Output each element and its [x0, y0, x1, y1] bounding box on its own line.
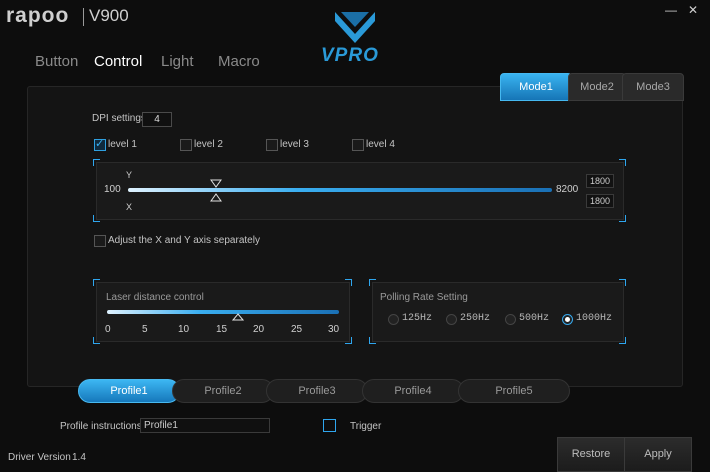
polling-250-label: 250Hz — [460, 313, 491, 324]
level-2-label: level 2 — [194, 139, 223, 150]
level-4-label: level 4 — [366, 139, 395, 150]
profile-instructions-field[interactable]: Profile1 — [140, 418, 270, 433]
dpi-y-value-field[interactable]: 1800 — [586, 174, 614, 188]
laser-tick-label: 0 — [105, 324, 111, 335]
dpi-level-count-field[interactable]: 4 — [142, 112, 172, 127]
level-3-label: level 3 — [280, 139, 309, 150]
corner-decoration — [345, 337, 352, 344]
laser-tick-label: 5 — [142, 324, 148, 335]
corner-decoration — [619, 215, 626, 222]
corner-decoration — [345, 279, 352, 286]
model-name: V900 — [89, 6, 129, 25]
tab-profile5[interactable]: Profile5 — [458, 379, 570, 403]
trigger-checkbox[interactable] — [323, 419, 336, 432]
brand-logo: rapoo — [6, 4, 70, 27]
close-button[interactable]: ✕ — [686, 3, 700, 17]
dpi-x-value-field[interactable]: 1800 — [586, 194, 614, 208]
corner-decoration — [93, 337, 100, 344]
separate-axis-checkbox[interactable] — [94, 235, 106, 247]
laser-tick-label: 30 — [328, 324, 340, 335]
tab-profile1[interactable]: Profile1 — [78, 379, 180, 403]
polling-1000-label: 1000Hz — [576, 313, 613, 324]
laser-tick-label: 25 — [291, 324, 303, 335]
level-3-checkbox[interactable] — [266, 139, 278, 151]
polling-250-radio[interactable] — [446, 314, 457, 325]
y-axis-label: Y — [126, 170, 133, 180]
level-4-checkbox[interactable] — [352, 139, 364, 151]
polling-125-label: 125Hz — [402, 313, 433, 324]
corner-decoration — [369, 279, 376, 286]
polling-500-radio[interactable] — [505, 314, 516, 325]
dpi-y-slider-handle[interactable] — [210, 179, 222, 188]
apply-button[interactable]: Apply — [624, 437, 692, 472]
brand-divider — [83, 8, 84, 26]
laser-tick-label: 10 — [178, 324, 190, 335]
vpro-chevron-icon — [335, 12, 375, 43]
laser-distance-title: Laser distance control — [106, 292, 204, 303]
tab-mode3[interactable]: Mode3 — [622, 73, 684, 101]
laser-tick-label: 20 — [253, 324, 265, 335]
corner-decoration — [93, 279, 100, 286]
tab-mode2[interactable]: Mode2 — [568, 73, 626, 101]
laser-tick-label: 15 — [216, 324, 228, 335]
restore-button[interactable]: Restore — [557, 437, 625, 472]
level-2-checkbox[interactable] — [180, 139, 192, 151]
tab-profile3[interactable]: Profile3 — [266, 379, 368, 403]
tab-profile4[interactable]: Profile4 — [362, 379, 464, 403]
tab-macro[interactable]: Macro — [218, 53, 260, 70]
tab-profile2[interactable]: Profile2 — [172, 379, 274, 403]
trigger-label: Trigger — [350, 421, 382, 432]
tab-light[interactable]: Light — [161, 53, 194, 70]
dpi-x-slider-handle[interactable] — [210, 193, 222, 202]
dpi-slider-track[interactable] — [128, 188, 552, 192]
polling-125-radio[interactable] — [388, 314, 399, 325]
driver-version-label: Driver Version — [8, 452, 71, 463]
dpi-max-label: 8200 — [556, 184, 579, 195]
separate-axis-label: Adjust the X and Y axis separately — [108, 235, 260, 246]
polling-500-label: 500Hz — [519, 313, 550, 324]
corner-decoration — [619, 337, 626, 344]
level-1-label: level 1 — [108, 139, 137, 150]
minimize-button[interactable]: — — [664, 3, 678, 17]
profile-instructions-label: Profile instructions — [60, 421, 142, 432]
corner-decoration — [619, 159, 626, 166]
corner-decoration — [93, 215, 100, 222]
corner-decoration — [619, 279, 626, 286]
level-1-checkbox[interactable] — [94, 137, 106, 151]
x-axis-label: X — [126, 202, 133, 212]
tab-control[interactable]: Control — [94, 53, 142, 70]
tab-button[interactable]: Button — [35, 53, 78, 70]
tab-mode1[interactable]: Mode1 — [500, 73, 572, 101]
dpi-min-label: 100 — [104, 184, 121, 195]
polling-rate-title: Polling Rate Setting — [380, 292, 468, 303]
laser-slider-track[interactable] — [107, 310, 339, 314]
polling-1000-radio[interactable] — [562, 314, 573, 325]
laser-slider-handle[interactable] — [232, 313, 245, 321]
driver-version-value: 1.4 — [72, 452, 86, 463]
vpro-logo-text: VPRO — [321, 45, 379, 66]
polling-rate-box — [372, 282, 624, 342]
dpi-settings-label: DPI settings — [92, 113, 146, 124]
corner-decoration — [369, 337, 376, 344]
corner-decoration — [93, 159, 100, 166]
